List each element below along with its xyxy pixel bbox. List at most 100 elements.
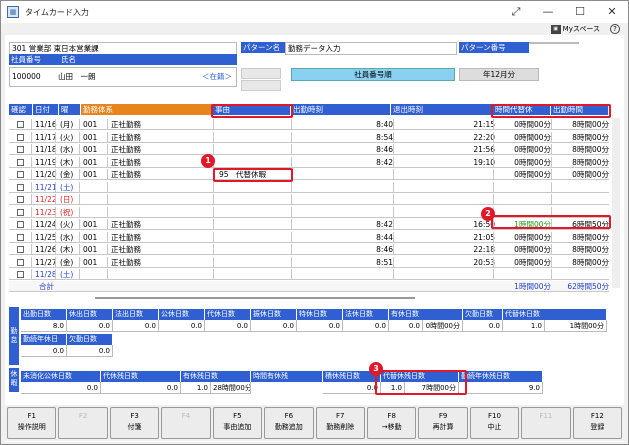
comp-leave-cell[interactable]: 0時間00分 [495, 232, 551, 243]
work-code-cell[interactable]: 001 [83, 144, 97, 155]
confirm-checkbox[interactable] [17, 183, 24, 191]
work-type-cell[interactable]: 正社勤務 [111, 132, 141, 143]
maximize-button[interactable]: ☐ [564, 1, 596, 23]
comp-leave-cell[interactable]: 0時間00分 [495, 257, 551, 268]
comp-leave-cell[interactable]: 0時間00分 [495, 157, 551, 168]
confirm-checkbox[interactable] [17, 158, 24, 166]
work-type-cell[interactable]: 正社勤務 [111, 144, 141, 155]
out-time-cell[interactable]: 20:53 [395, 257, 495, 268]
fkey-f3-button[interactable]: F3 付箋 [109, 407, 160, 439]
highlight-reason-cell [213, 168, 293, 182]
in-time-cell[interactable]: 8:46 [293, 244, 393, 255]
table-row[interactable]: 11/27 (金) 001 正社勤務 8:51 20:53 0時間00分 8時間00分 [9, 256, 609, 268]
badge-1: 1 [201, 154, 215, 168]
work-code-cell[interactable]: 001 [83, 157, 97, 168]
myspace-link[interactable]: ▣ Myスペース [550, 24, 600, 34]
in-time-cell[interactable]: 8:42 [293, 219, 393, 230]
date-cell: 11/27 [35, 257, 57, 267]
in-time-cell[interactable]: 8:51 [293, 257, 393, 268]
days-label: 特休日数 [297, 309, 343, 320]
fkey-f1-button[interactable]: F1 操作説明 [7, 407, 57, 439]
work-type-cell[interactable]: 正社勤務 [111, 219, 141, 230]
confirm-checkbox[interactable] [17, 271, 24, 278]
table-row[interactable]: 11/21 (土) [9, 181, 609, 193]
work-code-cell[interactable]: 001 [83, 132, 97, 143]
days-value: 0.0 [113, 320, 159, 332]
employee-status-link[interactable]: ＜在籍＞ [202, 68, 232, 86]
in-time-cell[interactable]: 8:44 [293, 232, 393, 243]
out-time-cell[interactable]: 21:15 [395, 119, 495, 130]
dow-cell: (木) [60, 245, 74, 254]
in-time-cell[interactable]: 8:42 [293, 157, 393, 168]
days-value: 0.0 [389, 320, 423, 332]
comp-leave-cell[interactable]: 0時間00分 [495, 144, 551, 155]
fkey-f6-button[interactable]: F6 勤務追加 [264, 407, 314, 439]
out-time-cell[interactable]: 19:10 [395, 157, 495, 168]
out-time-cell[interactable]: 22:20 [395, 132, 495, 143]
in-time-cell[interactable]: 8:46 [293, 144, 393, 155]
work-code-cell[interactable]: 001 [83, 244, 97, 255]
sort-button-2[interactable] [241, 80, 281, 91]
comp-leave-cell[interactable]: 0時間00分 [495, 244, 551, 255]
comp-leave-cell[interactable]: 0時間00分 [495, 169, 551, 180]
fkey-f11-button: F11 [521, 407, 571, 439]
work-type-cell[interactable]: 正社勤務 [111, 232, 141, 243]
in-time-cell[interactable]: 8:40 [293, 119, 393, 130]
table-row[interactable]: 11/17 (火) 001 正社勤務 8:54 22:20 0時間00分 8時間00分 [9, 131, 609, 143]
splitter[interactable] [95, 297, 415, 299]
in-time-cell[interactable]: 8:54 [293, 132, 393, 143]
days-value: 0.0 [251, 320, 297, 332]
comp-leave-cell[interactable]: 0時間00分 [495, 132, 551, 143]
confirm-checkbox[interactable] [17, 246, 24, 253]
comp-leave-cell[interactable]: 0時間00分 [495, 119, 551, 130]
fkey-f8-button[interactable]: F8 →移動 [366, 407, 417, 439]
confirm-checkbox[interactable] [17, 121, 24, 128]
work-type-cell[interactable]: 正社勤務 [111, 119, 141, 130]
work-type-cell[interactable]: 正社勤務 [111, 244, 141, 255]
work-code-cell[interactable]: 001 [83, 257, 97, 268]
close-button[interactable]: ✕ [596, 1, 628, 23]
sort-button-1[interactable] [241, 68, 281, 79]
work-code-cell[interactable]: 001 [83, 119, 97, 130]
minimize-button[interactable]: — [532, 1, 564, 23]
table-row[interactable]: 11/20 (金) 001 正社勤務 95 代替休暇 0時間00分 0時間00分 [9, 169, 609, 180]
work-type-cell[interactable]: 正社勤務 [111, 157, 141, 168]
fkey-f7-button[interactable]: F7 勤務削除 [315, 407, 365, 439]
table-row[interactable]: 11/28 (土) [9, 269, 609, 280]
grid-scrollbar[interactable] [612, 118, 620, 288]
confirm-checkbox[interactable] [17, 221, 24, 228]
expand-icon[interactable]: ⤢ [500, 1, 532, 23]
table-row[interactable]: 11/18 (水) 001 正社勤務 8:46 21:56 0時間00分 8時間00分 [9, 144, 609, 155]
confirm-checkbox[interactable] [17, 196, 24, 203]
confirm-checkbox[interactable] [17, 208, 24, 216]
work-code-cell[interactable]: 001 [83, 232, 97, 243]
function-key-bar: F1 操作説明 F2 F3 付箋 F4 F5 事由追加 F6 勤務追加 F7 勤務削除 F8 →移動 F9 再… [5, 405, 624, 441]
confirm-checkbox[interactable] [17, 258, 24, 266]
confirm-checkbox[interactable] [17, 133, 24, 141]
out-time-cell[interactable]: 22:18 [395, 244, 495, 255]
table-row[interactable]: 11/26 (木) 001 正社勤務 8:46 22:18 0時間00分 8時間00分 [9, 244, 609, 255]
out-time-cell[interactable]: 21:56 [395, 144, 495, 155]
fkey-f10-button[interactable]: F10 中止 [469, 407, 520, 439]
pattern-no-value[interactable] [529, 42, 579, 44]
work-type-cell[interactable]: 正社勤務 [111, 257, 141, 268]
table-row[interactable]: 11/16 (月) 001 正社勤務 8:40 21:15 0時間00分 8時間00分 [9, 119, 609, 130]
fkey-f12-button[interactable]: F12 登録 [572, 407, 623, 439]
help-icon[interactable]: ? [610, 24, 620, 34]
confirm-checkbox[interactable] [17, 146, 24, 153]
confirm-checkbox[interactable] [17, 171, 24, 178]
table-row[interactable]: 11/22 (日) [9, 194, 609, 205]
table-row[interactable]: 11/25 (水) 001 正社勤務 8:44 21:05 0時間00分 8時間00分 [9, 231, 609, 243]
confirm-checkbox[interactable] [17, 233, 24, 241]
work-code-cell[interactable]: 001 [83, 169, 97, 180]
work-type-cell[interactable]: 正社勤務 [111, 169, 141, 180]
remain-label: 勤続年休残日数 [459, 371, 543, 382]
work-code-cell[interactable]: 001 [83, 219, 97, 230]
fkey-f9-button[interactable]: F9 再計算 [418, 407, 468, 439]
fkey-f5-button[interactable]: F5 事由追加 [212, 407, 263, 439]
date-cell: 11/24 [35, 220, 57, 229]
sort-order[interactable]: 社員番号順 [291, 68, 455, 81]
out-time-cell[interactable]: 21:05 [395, 232, 495, 243]
table-row[interactable]: 11/19 (木) 001 正社勤務 8:42 19:10 0時間00分 8時間00分 [9, 156, 609, 168]
out-time-cell[interactable]: 16:50 [395, 219, 495, 230]
